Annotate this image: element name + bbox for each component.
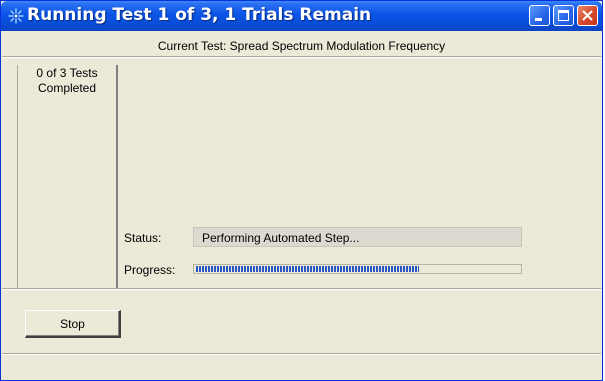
progress-bar [193,264,522,274]
status-field: Performing Automated Step... [193,227,522,247]
middle-separator [2,288,601,290]
test-runner-window: Running Test 1 of 3, 1 Trials Remain Cur… [0,0,603,381]
maximize-icon [558,10,569,21]
top-separator [2,56,601,58]
title-bar[interactable]: Running Test 1 of 3, 1 Trials Remain [1,1,602,31]
tests-completed-text: 0 of 3 Tests Completed [18,66,116,96]
tests-completed-caption: Completed [37,81,97,95]
maximize-button[interactable] [553,5,574,26]
tests-completed-count: 0 of 3 Tests [36,66,98,80]
progress-bar-fill [196,266,419,272]
close-icon [582,10,593,21]
minimize-button[interactable] [529,5,550,26]
window-title: Running Test 1 of 3, 1 Trials Remain [27,5,372,25]
tests-summary-panel: 0 of 3 Tests Completed [17,65,118,288]
status-label: Status: [124,231,162,245]
current-test-label: Current Test: Spread Spectrum Modulation… [157,39,446,53]
app-burst-icon [8,8,24,24]
close-button[interactable] [577,5,598,26]
progress-label: Progress: [124,263,176,277]
stop-button[interactable]: Stop [25,310,121,338]
minimize-icon [535,18,542,21]
bottom-separator [2,353,601,355]
